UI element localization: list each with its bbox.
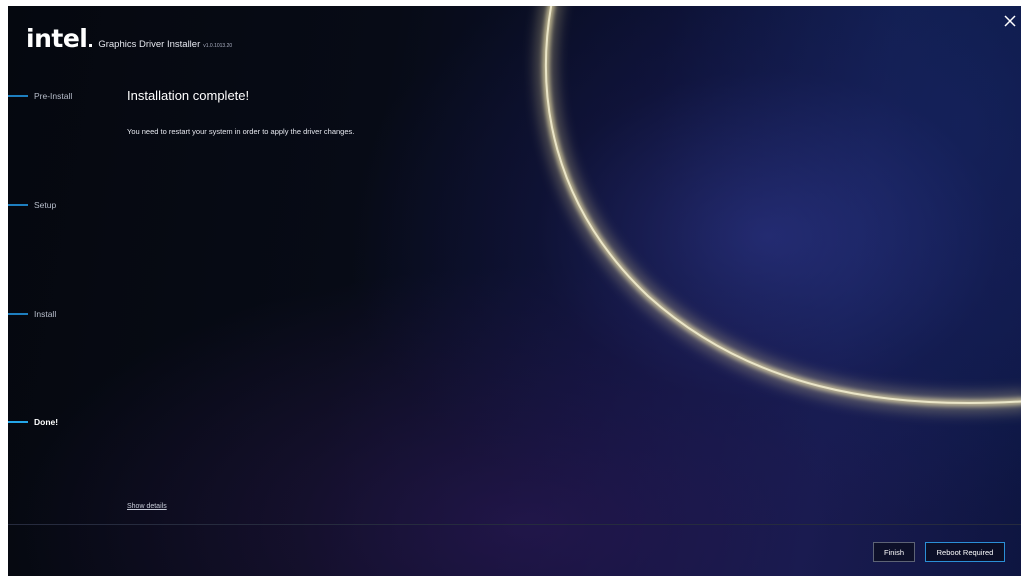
step-done: Done! (8, 417, 58, 427)
step-indicator (8, 204, 28, 206)
installer-window: intel Graphics Driver Installer v1.0.101… (8, 6, 1021, 576)
reboot-required-button[interactable]: Reboot Required (925, 542, 1005, 562)
logo-dot (89, 44, 93, 47)
step-indicator (8, 421, 28, 423)
app-title: Graphics Driver Installer (98, 39, 201, 50)
step-pre-install: Pre-Install (8, 91, 72, 101)
step-setup: Setup (8, 200, 56, 210)
show-details-link[interactable]: Show details (127, 503, 167, 510)
step-label: Setup (34, 200, 57, 210)
close-button[interactable] (1003, 14, 1017, 28)
intel-logo: intel (26, 24, 88, 53)
header-logo: intel Graphics Driver Installer v1.0.101… (26, 24, 232, 53)
finish-button[interactable]: Finish (873, 542, 915, 562)
step-install: Install (8, 309, 56, 319)
close-icon (1004, 15, 1016, 27)
page-title: Installation complete! (127, 88, 250, 103)
restart-message: You need to restart your system in order… (127, 127, 355, 136)
step-label: Pre-Install (34, 91, 73, 101)
step-label: Done! (34, 417, 59, 427)
step-indicator (8, 95, 28, 97)
app-version: v1.0.1013.20 (203, 43, 233, 49)
step-indicator (8, 313, 28, 315)
step-label: Install (34, 309, 57, 319)
footer-divider (8, 524, 1021, 525)
